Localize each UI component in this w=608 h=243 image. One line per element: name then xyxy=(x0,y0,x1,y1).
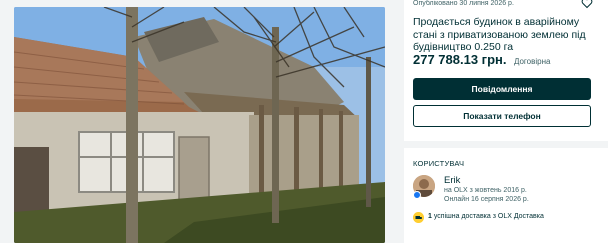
facebook-icon xyxy=(413,191,421,199)
posted-date: Опубліковано 30 липня 2026 р. xyxy=(413,0,514,7)
listing-summary-card: Опубліковано 30 липня 2026 р. Продається… xyxy=(404,0,608,141)
delivery-stats: 1 успішна доставка з OLX Доставка xyxy=(428,213,544,220)
listing-photo[interactable] xyxy=(14,7,385,243)
house-photo-image xyxy=(14,7,385,243)
message-button[interactable]: Повідомлення xyxy=(413,78,591,100)
seller-joined: на OLX з жовтень 2016 р. xyxy=(444,187,527,194)
listing-price: 277 788.13 грн. xyxy=(413,52,507,67)
delivery-label: успішна доставка з OLX Доставка xyxy=(433,213,544,220)
listing-title: Продається будинок в аварійному стані з … xyxy=(413,16,586,53)
seller-last-online: Онлайн 16 серпня 2026 р. xyxy=(444,196,529,203)
show-phone-button[interactable]: Показати телефон xyxy=(413,105,591,127)
heart-icon[interactable] xyxy=(581,0,593,9)
price-negotiable-label: Договірна xyxy=(513,57,551,66)
delivery-count: 1 xyxy=(428,213,432,220)
price-row: 277 788.13 грн. Договірна xyxy=(413,51,550,67)
seller-name[interactable]: Erik xyxy=(444,175,460,186)
seller-card: КОРИСТУВАЧ Erik на OLX з жовтень 2016 р.… xyxy=(404,148,608,243)
delivery-icon xyxy=(413,212,424,223)
seller-heading: КОРИСТУВАЧ xyxy=(413,159,465,168)
listing-sidebar: Опубліковано 30 липня 2026 р. Продається… xyxy=(404,0,608,243)
